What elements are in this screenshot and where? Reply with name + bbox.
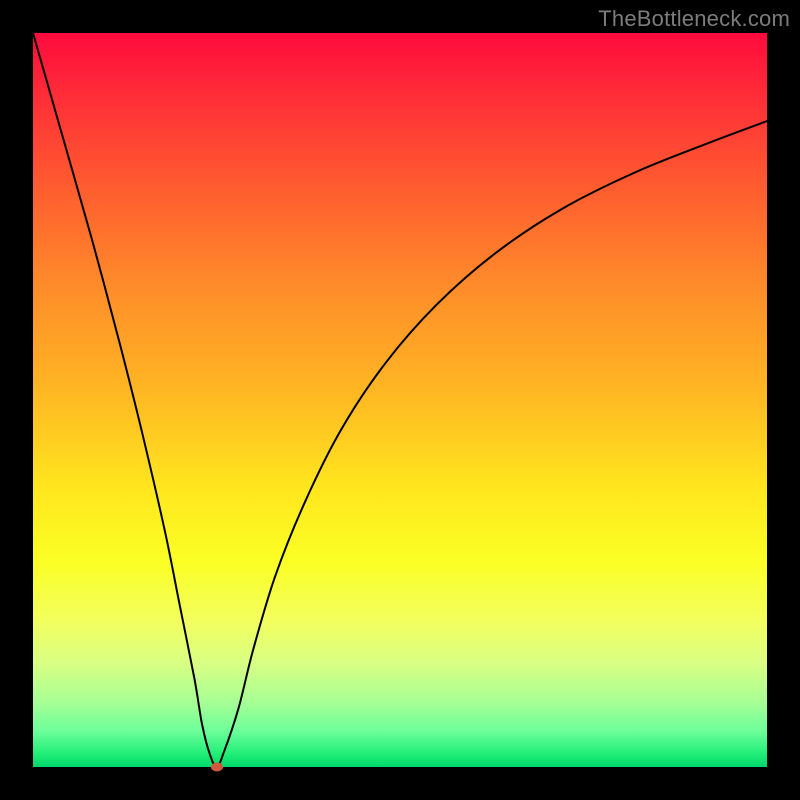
watermark-text: TheBottleneck.com (598, 6, 790, 32)
curve-path (33, 33, 767, 767)
bottleneck-curve (33, 33, 767, 767)
chart-frame: TheBottleneck.com (0, 0, 800, 800)
plot-area (33, 33, 767, 767)
optimal-marker (211, 763, 223, 772)
